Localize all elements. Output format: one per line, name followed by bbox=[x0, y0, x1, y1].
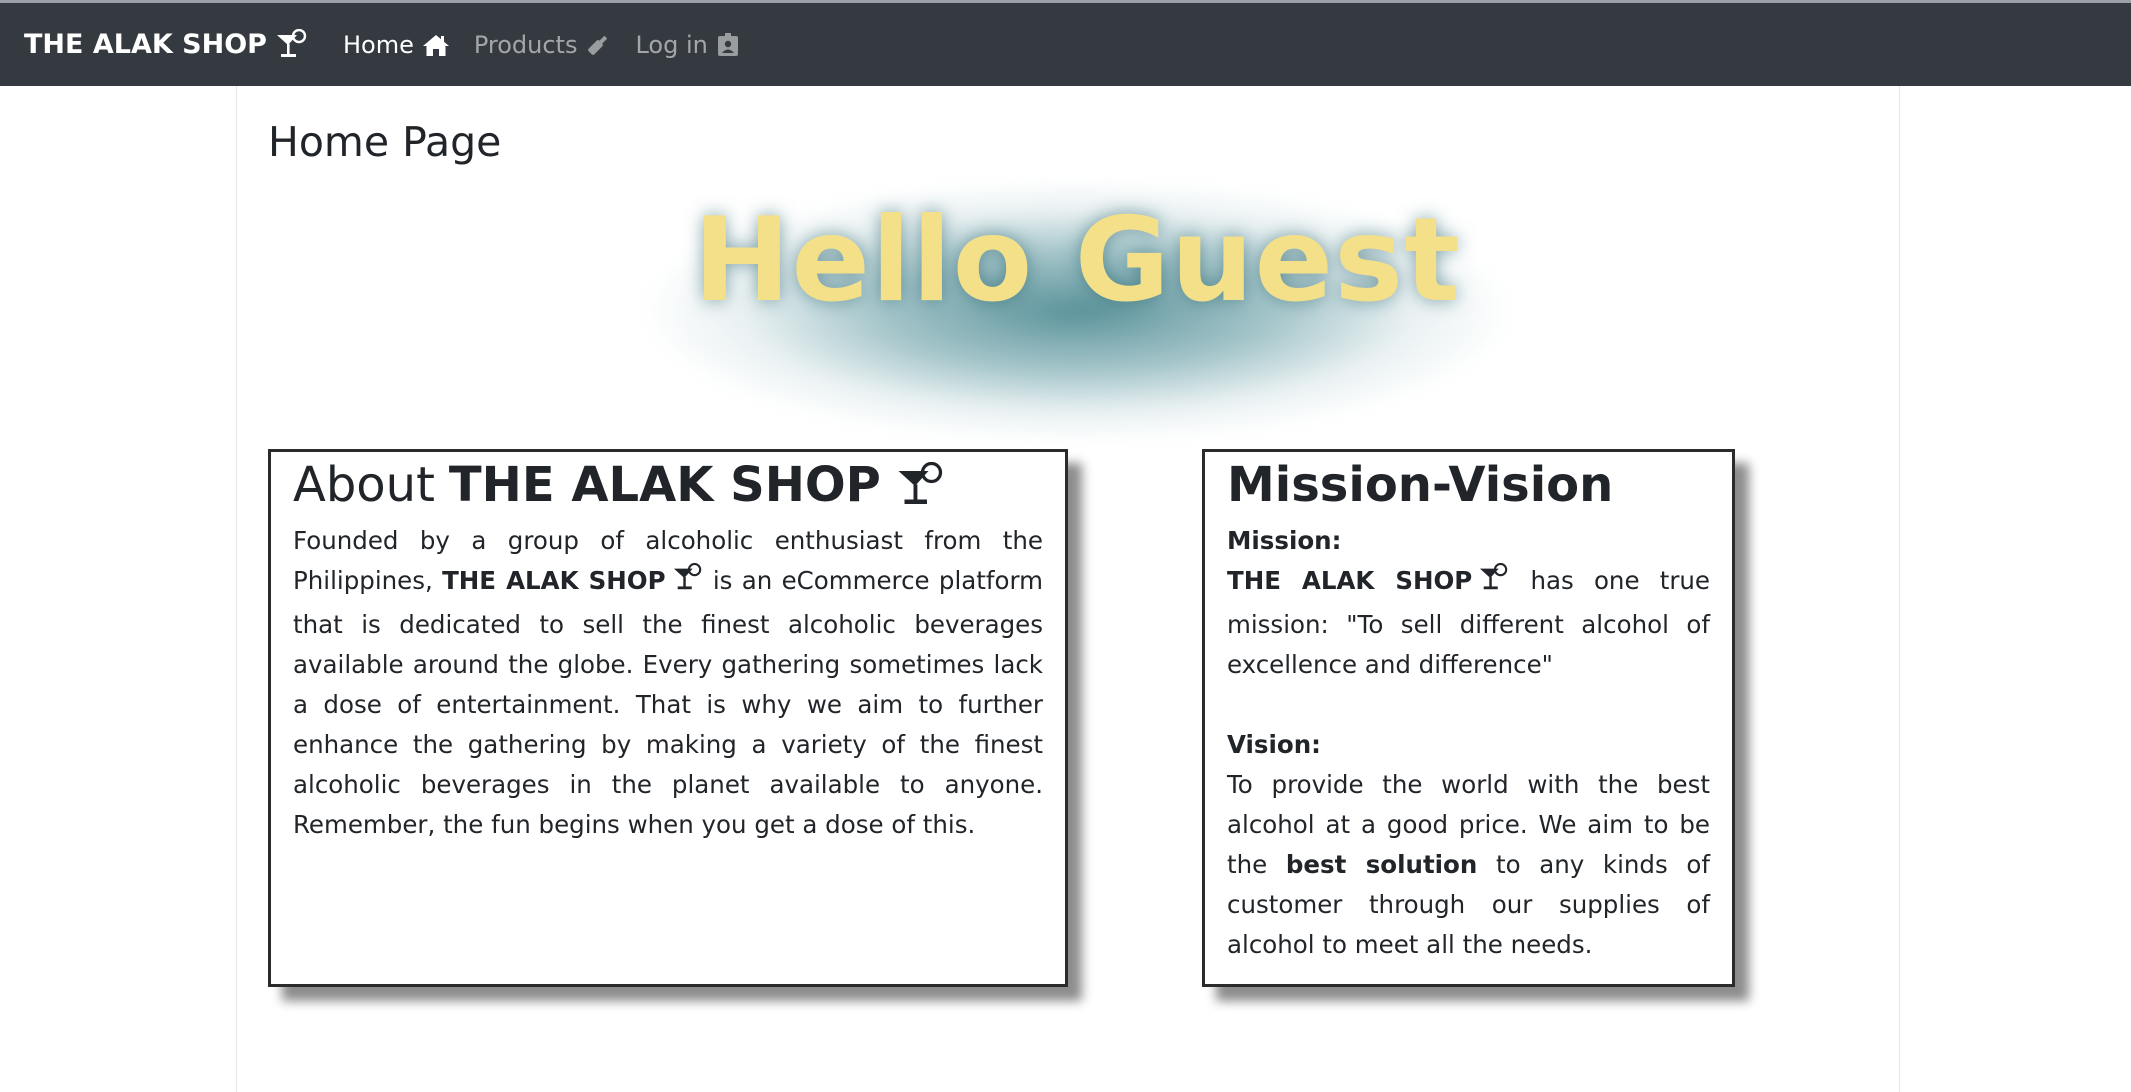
about-text: Founded by a group of alcoholic enthusia… bbox=[293, 521, 1043, 845]
main-container: Home Page Hello Guest About THE ALAK SHO… bbox=[236, 86, 1900, 1092]
vision-label: Vision: bbox=[1227, 729, 1321, 759]
vision-text: To provide the world with the best alcoh… bbox=[1227, 765, 1710, 965]
mission-vision-heading: Mission-Vision bbox=[1227, 457, 1614, 513]
about-text-after: is an eCommerce platform that is dedicat… bbox=[293, 565, 1044, 839]
nav-products[interactable]: Products bbox=[474, 31, 612, 59]
vision-bold: best solution bbox=[1285, 849, 1478, 879]
mission-label: Mission: bbox=[1227, 525, 1342, 555]
nav-login-label: Log in bbox=[635, 30, 708, 59]
about-card: About THE ALAK SHOP Founded by a group o… bbox=[268, 449, 1068, 987]
about-heading-prefix: About bbox=[293, 457, 435, 513]
home-icon bbox=[422, 33, 450, 57]
nav-home[interactable]: Home bbox=[343, 31, 450, 59]
cocktail-icon bbox=[893, 461, 949, 510]
about-heading: About THE ALAK SHOP bbox=[293, 457, 1065, 515]
brand-label: THE ALAK SHOP bbox=[24, 29, 267, 60]
cocktail-icon bbox=[672, 562, 704, 605]
nav-home-label: Home bbox=[342, 30, 414, 59]
about-heading-brand: THE ALAK SHOP bbox=[448, 457, 881, 513]
nav-login[interactable]: Log in bbox=[635, 31, 739, 59]
id-badge-icon bbox=[716, 32, 740, 57]
cocktail-icon bbox=[1478, 562, 1510, 605]
wine-bottle-icon bbox=[585, 33, 611, 57]
page-title: Home Page bbox=[268, 118, 502, 166]
about-brand-inline: THE ALAK SHOP bbox=[442, 565, 666, 595]
cocktail-icon bbox=[276, 28, 307, 57]
nav-products-label: Products bbox=[473, 30, 578, 59]
navbar-brand[interactable]: THE ALAK SHOP bbox=[24, 28, 309, 61]
mission-vision-card: Mission-Vision Mission: THE ALAK SHOP ha… bbox=[1202, 449, 1735, 987]
greeting-heading: Hello Guest bbox=[693, 193, 1461, 328]
mission-brand: THE ALAK SHOP bbox=[1227, 565, 1473, 595]
navbar: THE ALAK SHOP Home Products Log in bbox=[0, 3, 2131, 86]
mission-text: THE ALAK SHOP has one true mission: "To … bbox=[1227, 561, 1710, 685]
